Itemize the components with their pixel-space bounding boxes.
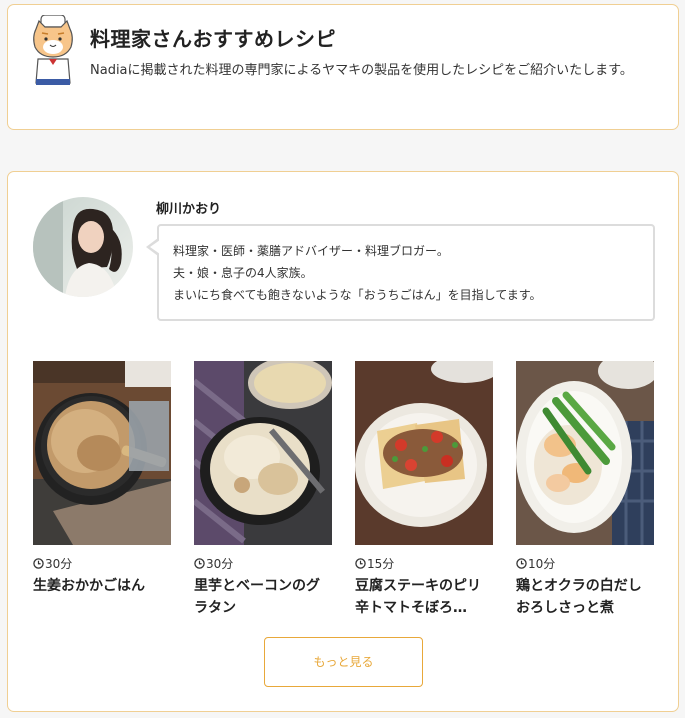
chef-bio-line: 夫・娘・息子の4人家族。 (173, 266, 313, 280)
clock-icon (33, 557, 44, 569)
recipe-time: 15分 (355, 555, 493, 571)
chef-bio-line: まいにち食べても飽きないような「おうちごはん」を目指してます。 (173, 288, 542, 302)
recipe-photo[interactable] (355, 361, 493, 545)
recipe-title[interactable]: 里芋とベーコンのグラタン (194, 575, 332, 619)
chef-recipes-card: 柳川かおり 料理家・医師・薬膳アドバイザー・料理ブロガー。 夫・娘・息子の4人家… (7, 171, 679, 712)
recipe-photo[interactable] (33, 361, 171, 545)
recipe-card[interactable]: 30分 里芋とベーコンのグラタン (194, 361, 332, 619)
recipe-time: 10分 (516, 555, 654, 571)
recipe-time-value: 15分 (367, 556, 395, 571)
chef-name[interactable]: 柳川かおり (156, 198, 221, 217)
recipe-card[interactable]: 10分 鶏とオクラの白だしおろしさっと煮 (516, 361, 654, 619)
recipe-title[interactable]: 豆腐ステーキのピリ辛トマトそぼろ… (355, 575, 493, 619)
chef-avatar[interactable] (33, 197, 133, 297)
recipe-time-value: 30分 (45, 556, 73, 571)
recipe-card[interactable]: 30分 生姜おかかごはん (33, 361, 171, 597)
clock-icon (194, 557, 205, 569)
recipe-photo[interactable] (516, 361, 654, 545)
recipe-title[interactable]: 生姜おかかごはん (33, 575, 171, 597)
recipe-time: 30分 (33, 555, 171, 571)
recipe-photo[interactable] (194, 361, 332, 545)
clock-icon (355, 557, 366, 569)
intro-card: 料理家さんおすすめレシピ Nadiaに掲載された料理の専門家によるヤマキの製品を… (7, 4, 679, 130)
more-button[interactable]: もっと見る (264, 637, 423, 687)
page-title: 料理家さんおすすめレシピ (90, 27, 336, 51)
recipe-title[interactable]: 鶏とオクラの白だしおろしさっと煮 (516, 575, 654, 619)
cat-chef-mascot-icon (33, 15, 73, 85)
recipe-time: 30分 (194, 555, 332, 571)
intro-description: Nadiaに掲載された料理の専門家によるヤマキの製品を使用したレシピをご紹介いた… (90, 63, 633, 78)
recipe-card[interactable]: 15分 豆腐ステーキのピリ辛トマトそぼろ… (355, 361, 493, 619)
clock-icon (516, 557, 527, 569)
chef-bio-line: 料理家・医師・薬膳アドバイザー・料理ブロガー。 (173, 244, 449, 258)
chef-bio-bubble: 料理家・医師・薬膳アドバイザー・料理ブロガー。 夫・娘・息子の4人家族。 まいに… (146, 224, 655, 321)
recipe-time-value: 10分 (528, 556, 556, 571)
recipe-time-value: 30分 (206, 556, 234, 571)
